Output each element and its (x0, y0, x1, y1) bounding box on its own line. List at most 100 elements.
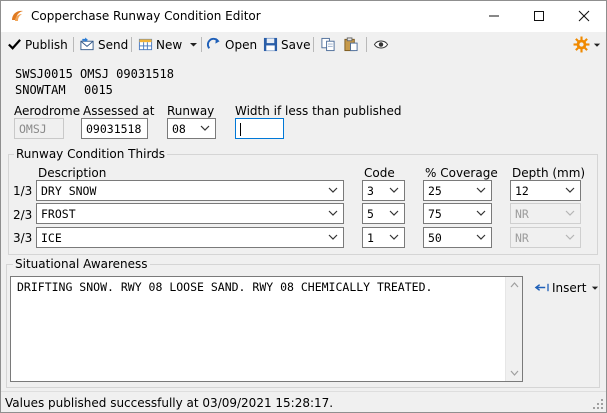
preview-button[interactable] (373, 35, 389, 54)
coverage-value: 25 (428, 184, 442, 198)
runway-thirds-title: Runway Condition Thirds (14, 147, 168, 161)
code-select[interactable]: 1 (362, 227, 405, 248)
save-button[interactable]: Save (263, 35, 310, 54)
new-button[interactable]: New (138, 35, 198, 54)
scroll-up-icon[interactable] (506, 279, 523, 291)
save-floppy-icon (263, 37, 278, 52)
new-label: New (156, 37, 183, 52)
status-message: Values published successfully at 03/09/2… (5, 396, 334, 410)
chevron-down-icon (476, 210, 486, 216)
coverage-value: 50 (428, 231, 442, 245)
aerodrome-field: OMSJ (14, 118, 64, 139)
chevron-down-icon (476, 187, 486, 193)
publish-label: Publish (25, 37, 68, 52)
chevron-down-icon (389, 187, 399, 193)
code-value: 5 (367, 207, 374, 221)
chevron-down-icon (328, 210, 338, 216)
depth-select: NR (510, 203, 581, 224)
checkmark-icon (8, 39, 21, 50)
aerodrome-label: Aerodrome (14, 104, 81, 118)
third-row-label: 2/3 (13, 208, 33, 222)
paste-clipboard-icon (344, 37, 358, 52)
chevron-down-icon (476, 234, 486, 240)
dropdown-arrow-icon[interactable] (189, 40, 198, 49)
minimize-button[interactable] (471, 1, 516, 31)
open-redo-icon (206, 37, 220, 49)
coverage-select[interactable]: 75 (423, 203, 492, 224)
code-select[interactable]: 3 (362, 180, 405, 201)
snowtam-label: SNOWTAM (15, 83, 66, 97)
new-table-icon (138, 38, 153, 51)
code-value: 1 (367, 231, 374, 245)
width-label: Width if less than published (235, 104, 402, 118)
assessed-at-label: Assessed at (83, 104, 155, 118)
depth-column-header: Depth (mm) (512, 166, 586, 180)
paste-button[interactable] (343, 35, 359, 54)
publish-button[interactable]: Publish (7, 35, 68, 54)
copy-button[interactable] (320, 35, 336, 54)
description-select[interactable]: FROST (36, 203, 344, 224)
vertical-scrollbar[interactable] (505, 277, 522, 381)
insert-label: Insert (552, 280, 587, 295)
insert-button[interactable]: Insert (534, 278, 599, 297)
assessed-at-field[interactable]: 09031518 (81, 118, 148, 139)
send-label: Send (98, 37, 129, 52)
description-select[interactable]: DRY SNOW (36, 180, 344, 201)
coverage-value: 75 (428, 207, 442, 221)
toolbar-separator (313, 37, 314, 52)
depth-value: NR (515, 231, 529, 245)
situational-awareness-title: Situational Awareness (13, 257, 150, 271)
copy-icon (321, 37, 335, 52)
third-row-label: 1/3 (13, 184, 33, 198)
description-value: DRY SNOW (41, 184, 97, 198)
runway-label: Runway (167, 104, 215, 118)
depth-value: NR (515, 207, 529, 221)
description-value: FROST (41, 207, 76, 221)
title-bar: Copperchase Runway Condition Editor (1, 1, 606, 32)
runway-value: 08 (172, 122, 186, 136)
toolbar: Publish Send New Open Save (1, 32, 606, 57)
app-window: Copperchase Runway Condition Editor Publ… (0, 0, 607, 413)
open-label: Open (225, 37, 258, 52)
coverage-column-header: % Coverage (425, 166, 498, 180)
eye-icon (373, 40, 389, 49)
settings-button[interactable] (573, 35, 601, 54)
depth-value: 12 (515, 184, 529, 198)
toolbar-separator (131, 37, 132, 52)
runway-select[interactable]: 08 (167, 118, 216, 139)
depth-select[interactable]: 12 (510, 180, 581, 201)
chevron-down-icon (328, 234, 338, 240)
chevron-down-icon (389, 234, 399, 240)
code-value: 3 (367, 184, 374, 198)
toolbar-separator (201, 37, 202, 52)
description-value: ICE (41, 231, 62, 245)
description-column-header: Description (38, 166, 107, 180)
text-caret (240, 123, 241, 136)
chevron-down-icon (565, 210, 575, 216)
maximize-button[interactable] (516, 1, 561, 31)
chevron-down-icon (565, 187, 575, 193)
scroll-down-icon[interactable] (506, 367, 523, 379)
save-label: Save (281, 37, 311, 52)
width-field[interactable] (235, 118, 284, 139)
chevron-down-icon (328, 187, 338, 193)
close-button[interactable] (561, 1, 606, 31)
coverage-select[interactable]: 25 (423, 180, 492, 201)
toolbar-separator (366, 37, 367, 52)
code-column-header: Code (364, 166, 395, 180)
description-select[interactable]: ICE (36, 227, 344, 248)
settings-dropdown-icon (593, 43, 601, 47)
situational-awareness-text: DRIFTING SNOW. RWY 08 LOOSE SAND. RWY 08… (17, 280, 433, 294)
chevron-down-icon (389, 210, 399, 216)
open-button[interactable]: Open (206, 35, 257, 54)
snowtam-number: 0015 (84, 83, 113, 97)
status-bar: Values published successfully at 03/09/2… (1, 391, 606, 412)
situational-awareness-textarea[interactable]: DRIFTING SNOW. RWY 08 LOOSE SAND. RWY 08… (10, 276, 523, 382)
coverage-select[interactable]: 50 (423, 227, 492, 248)
resize-grip-icon[interactable] (592, 398, 604, 410)
depth-select: NR (510, 227, 581, 248)
toolbar-separator (73, 37, 74, 52)
send-icon (80, 37, 94, 51)
send-button[interactable]: Send (79, 35, 128, 54)
code-select[interactable]: 5 (362, 203, 405, 224)
